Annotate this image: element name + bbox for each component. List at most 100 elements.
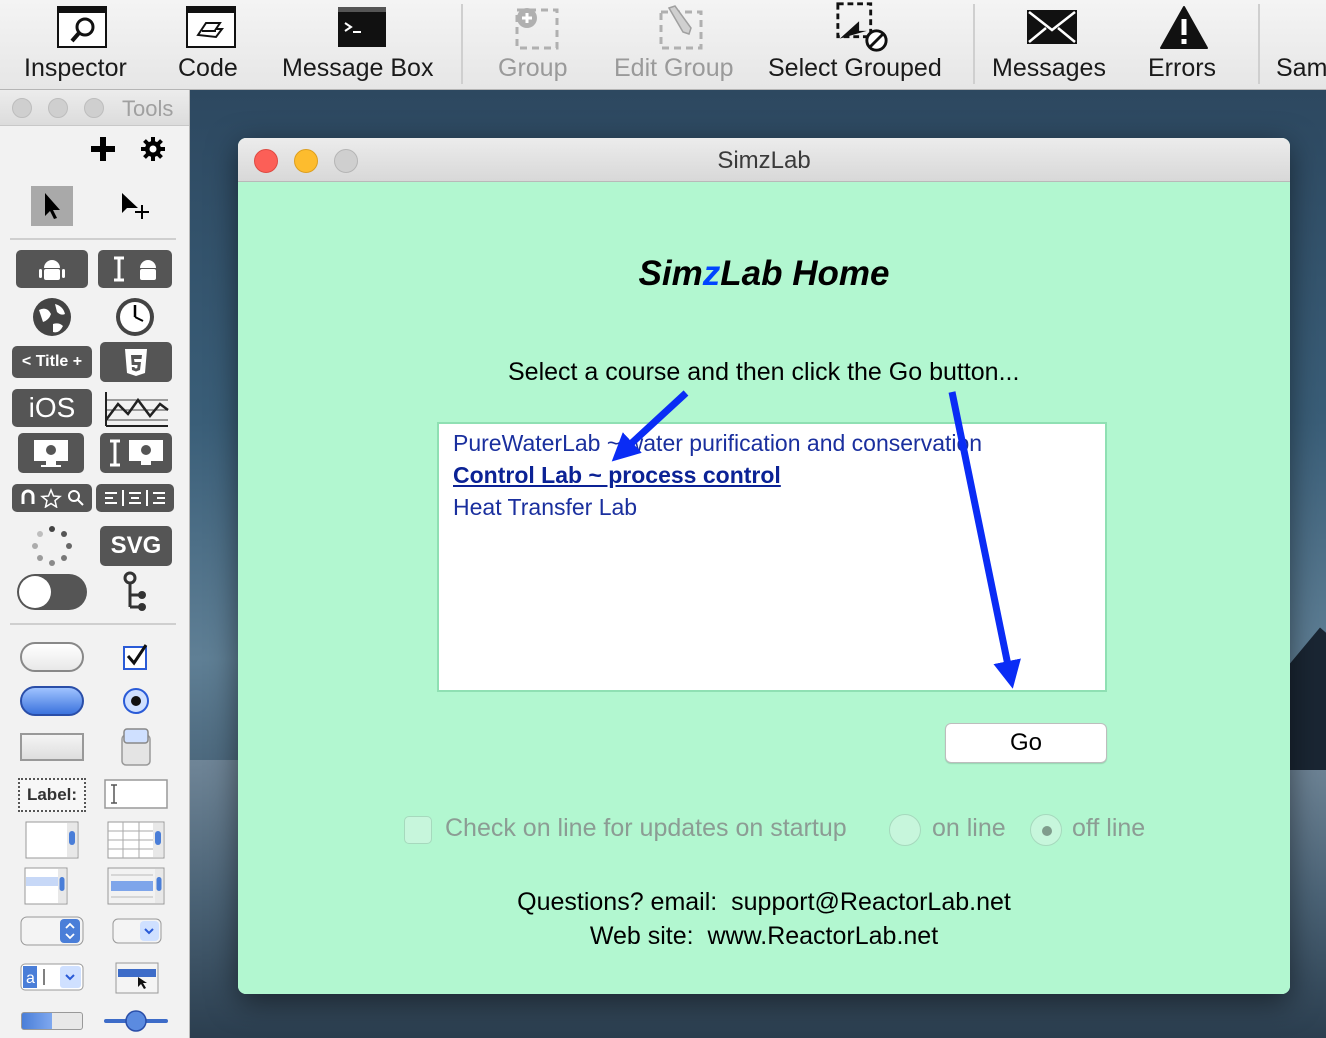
chart-tool-icon[interactable] <box>100 389 172 429</box>
data-grid-tool-icon[interactable] <box>106 866 166 906</box>
terminal-icon <box>334 4 390 50</box>
title-bar-tool[interactable]: < Title + <box>12 346 92 378</box>
listbox-selected-tool-icon[interactable] <box>24 866 68 906</box>
main-toolbar: Inspector Code Message Box Group Edit Gr… <box>0 0 1326 90</box>
segmented-control-icon[interactable] <box>96 484 174 512</box>
page-title: SimzLab Home <box>238 254 1290 294</box>
palette-divider <box>10 238 176 240</box>
check-updates-checkbox[interactable] <box>404 816 432 844</box>
progress-spinner-icon[interactable] <box>30 524 74 568</box>
combo-box-tool-icon[interactable]: a <box>20 960 84 994</box>
go-button[interactable]: Go <box>945 723 1107 763</box>
questions-email: Questions? email: support@ReactorLab.net <box>517 888 1011 916</box>
label-tool-label: Label: <box>26 785 78 804</box>
toolbar-separator <box>973 4 975 84</box>
window-titlebar: SimzLab <box>238 138 1290 182</box>
website-link: Web site: www.ReactorLab.net <box>589 922 939 950</box>
toolbar-separator <box>461 4 463 84</box>
select-grouped-button[interactable]: Select Grouped <box>766 0 958 90</box>
globe-icon[interactable] <box>30 295 74 339</box>
group-label: Group <box>498 54 568 82</box>
title-tool-label: < Title + <box>21 353 83 370</box>
checkbox-tool-icon[interactable] <box>118 640 154 674</box>
samples-label: Sam <box>1276 54 1326 82</box>
warning-icon <box>1156 4 1212 50</box>
add-icon[interactable] <box>88 134 118 164</box>
svg-text:a: a <box>26 970 35 987</box>
pointer-tool-icon[interactable] <box>31 186 73 226</box>
slider-tool-icon[interactable] <box>104 1006 168 1036</box>
page-title-part: Lab Home <box>720 254 890 293</box>
select-grouped-label: Select Grouped <box>768 54 942 82</box>
edit-group-icon <box>652 4 708 50</box>
palette-divider <box>10 623 176 625</box>
desktop-text-icon[interactable] <box>100 433 172 473</box>
text-field-tool-icon[interactable] <box>18 730 86 764</box>
messages-button[interactable]: Messages <box>990 0 1116 90</box>
samples-button[interactable]: Sam <box>1276 0 1326 90</box>
pulldown-tool-icon[interactable] <box>112 916 162 946</box>
offline-radio[interactable] <box>1030 814 1062 846</box>
gear-icon[interactable] <box>138 134 168 164</box>
course-list[interactable]: PureWaterLab ~ water purification and co… <box>437 422 1107 692</box>
push-button-tool-icon[interactable] <box>18 640 86 674</box>
popup-tool-icon[interactable] <box>118 726 154 768</box>
errors-button[interactable]: Errors <box>1146 0 1226 90</box>
inspector-label: Inspector <box>24 54 127 82</box>
group-icon <box>508 4 564 50</box>
palette-minimize-button[interactable] <box>48 98 68 118</box>
svg-tool-label: SVG <box>110 532 162 559</box>
list-item[interactable]: Heat Transfer Lab <box>453 494 637 521</box>
label-tool[interactable]: Label: <box>18 778 86 812</box>
select-grouped-icon <box>834 2 890 52</box>
default-button-tool-icon[interactable] <box>18 684 86 718</box>
tools-palette: Tools < Title + iOS SVG Label: a <box>0 90 190 1038</box>
list-item[interactable]: PureWaterLab ~ water purification and co… <box>453 430 982 457</box>
android-text-icon[interactable] <box>98 250 172 288</box>
tools-titlebar: Tools <box>0 90 189 126</box>
svg-tool[interactable]: SVG <box>100 526 172 566</box>
inspector-icon <box>54 4 110 50</box>
text-area-tool-icon[interactable] <box>104 778 168 810</box>
page-title-z: z <box>702 254 721 293</box>
edit-group-label: Edit Group <box>614 54 734 82</box>
messages-label: Messages <box>992 54 1106 82</box>
progress-bar-tool-icon[interactable] <box>20 1008 84 1034</box>
ios-tool-label: iOS <box>28 392 76 423</box>
errors-label: Errors <box>1148 54 1217 82</box>
window-title: SimzLab <box>717 147 811 174</box>
switch-toggle-icon[interactable] <box>16 572 88 612</box>
menu-tool-icon[interactable] <box>112 956 162 996</box>
list-item-selected[interactable]: Control Lab ~ process control <box>453 462 781 489</box>
code-icon <box>183 4 239 50</box>
desktop-window-icon[interactable] <box>18 433 84 473</box>
clock-icon[interactable] <box>112 295 158 339</box>
palette-title: Tools <box>122 96 174 121</box>
online-label: on line <box>932 814 1006 842</box>
radio-button-tool-icon[interactable] <box>118 684 154 718</box>
list-box-tool-icon[interactable] <box>24 820 80 860</box>
group-button[interactable]: Group <box>496 0 576 90</box>
grid-list-tool-icon[interactable] <box>106 820 166 860</box>
html5-icon[interactable] <box>100 342 172 382</box>
edit-group-button[interactable]: Edit Group <box>612 0 744 90</box>
offline-label: off line <box>1072 814 1146 842</box>
window-content: SimzLab Home Select a course and then cl… <box>238 182 1290 994</box>
popup-menu-tool-icon[interactable] <box>20 916 84 946</box>
instructions-text: Select a course and then click the Go bu… <box>508 358 1020 386</box>
code-label: Code <box>178 54 238 82</box>
online-radio[interactable] <box>889 814 921 846</box>
toolbar-separator <box>1258 4 1260 84</box>
code-button[interactable]: Code <box>170 0 252 90</box>
message-box-button[interactable]: Message Box <box>282 0 444 90</box>
toolbar-items-icon[interactable] <box>12 484 92 512</box>
move-pointer-tool-icon[interactable] <box>114 186 156 226</box>
inspector-button[interactable]: Inspector <box>16 0 148 90</box>
ios-tool[interactable]: iOS <box>12 389 92 427</box>
palette-zoom-button[interactable] <box>84 98 104 118</box>
tree-view-icon[interactable] <box>116 570 156 614</box>
page-title-part: Sim <box>638 254 703 293</box>
message-box-label: Message Box <box>282 54 434 82</box>
palette-close-button[interactable] <box>12 98 32 118</box>
android-icon[interactable] <box>16 250 88 288</box>
